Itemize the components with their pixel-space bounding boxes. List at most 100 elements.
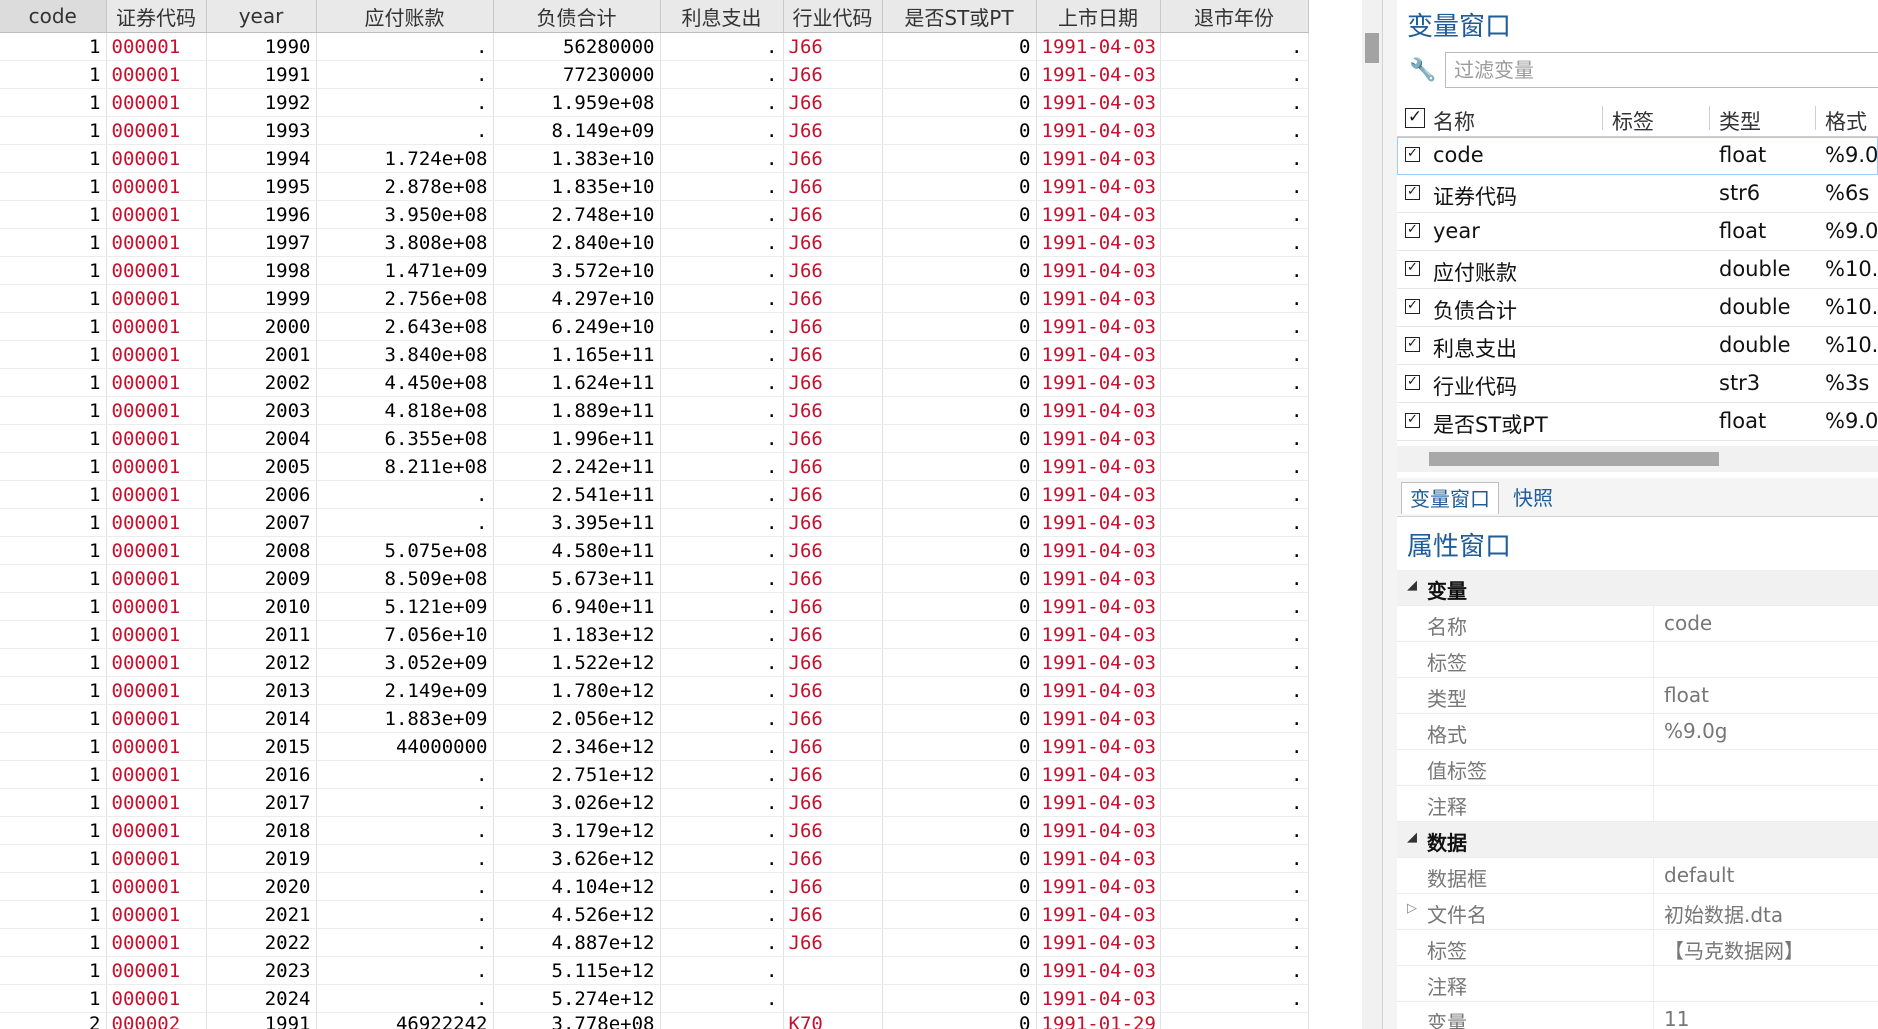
table-cell[interactable]: . [1160,788,1309,817]
table-cell[interactable]: . [1160,256,1309,285]
table-cell[interactable]: 1 [0,704,107,733]
table-cell[interactable]: 1 [0,32,107,61]
table-cell[interactable]: . [316,760,494,789]
table-cell[interactable]: 1.996e+11 [493,424,661,453]
table-cell[interactable]: 0 [882,116,1037,145]
table-cell[interactable]: . [1160,984,1309,1013]
table-cell[interactable]: 2.056e+12 [493,704,661,733]
table-cell[interactable]: 2024 [206,984,317,1013]
table-cell[interactable]: J66 [783,172,883,201]
table-cell[interactable]: 0 [882,480,1037,509]
table-cell[interactable]: 7.056e+10 [316,620,494,649]
table-cell[interactable]: 3.808e+08 [316,228,494,257]
table-cell[interactable]: 000001 [106,452,207,481]
table-cell[interactable]: 6.940e+11 [493,592,661,621]
table-cell[interactable]: 1991 [206,1012,317,1029]
table-cell[interactable]: 4.104e+12 [493,872,661,901]
table-cell[interactable]: 000002 [106,1012,207,1029]
table-cell[interactable]: 0 [882,564,1037,593]
table-cell[interactable]: . [1160,844,1309,873]
table-cell[interactable]: 1.835e+10 [493,172,661,201]
table-cell[interactable]: 1 [0,900,107,929]
table-cell[interactable]: 0 [882,704,1037,733]
table-cell[interactable]: 1.724e+08 [316,144,494,173]
variable-checkbox[interactable]: ✓ [1405,147,1420,162]
table-cell[interactable]: 1991-04-03 [1036,732,1161,761]
table-cell[interactable]: 000001 [106,928,207,957]
table-cell[interactable]: . [1160,200,1309,229]
column-header[interactable]: 证券代码 [106,0,207,33]
table-row[interactable]: 1 000001 2010 5.121e+09 6.940e+11. J66 0 1991-0… [0,592,1309,621]
table-cell[interactable]: . [660,340,784,369]
table-cell[interactable]: . [1160,368,1309,397]
table-cell[interactable]: . [660,284,784,313]
table-cell[interactable]: 4.450e+08 [316,368,494,397]
table-row[interactable]: 1 000001 2016. 2.751e+12. J66 0 1991-04-03. [0,760,1309,789]
table-cell[interactable]: . [660,116,784,145]
table-cell[interactable]: 1991-04-03 [1036,536,1161,565]
table-cell[interactable]: 2010 [206,592,317,621]
table-cell[interactable]: 000001 [106,536,207,565]
variable-row[interactable]: ✓ 行业代码 str3 %3s [1397,365,1878,403]
table-cell[interactable]: . [1160,732,1309,761]
table-cell[interactable]: 5.115e+12 [493,956,661,985]
table-cell[interactable]: 1991-04-03 [1036,984,1161,1013]
table-cell[interactable]: 1991-04-03 [1036,32,1161,61]
table-row[interactable]: 1 000001 2019. 3.626e+12. J66 0 1991-04-03. [0,844,1309,873]
table-cell[interactable]: 1 [0,452,107,481]
table-row[interactable]: 1 000001 2003 4.818e+08 1.889e+11. J66 0 1991-0… [0,396,1309,425]
table-cell[interactable]: . [1160,928,1309,957]
table-cell[interactable]: J66 [783,116,883,145]
table-cell[interactable]: . [660,620,784,649]
table-cell[interactable]: 1990 [206,32,317,61]
table-row[interactable]: 1 000001 2002 4.450e+08 1.624e+11. J66 0 1991-0… [0,368,1309,397]
table-cell[interactable]: . [1160,424,1309,453]
table-cell[interactable]: . [1160,228,1309,257]
table-cell[interactable]: 0 [882,144,1037,173]
variable-checkbox[interactable]: ✓ [1405,337,1420,352]
table-row[interactable]: 1 000001 1995 2.878e+08 1.835e+10. J66 0 1991-0… [0,172,1309,201]
table-cell[interactable]: . [660,200,784,229]
table-cell[interactable]: . [660,872,784,901]
table-cell[interactable]: 000001 [106,340,207,369]
table-cell[interactable]: . [660,256,784,285]
table-cell[interactable]: . [660,956,784,985]
property-row[interactable]: 值标签 [1397,750,1878,786]
table-cell[interactable]: J66 [783,200,883,229]
table-cell[interactable]: 000001 [106,760,207,789]
table-cell[interactable]: 1 [0,928,107,957]
table-cell[interactable]: 1991-04-03 [1036,648,1161,677]
table-cell[interactable]: 0 [882,88,1037,117]
table-cell[interactable]: 8.149e+09 [493,116,661,145]
table-cell[interactable]: J66 [783,676,883,705]
table-cell[interactable]: 0 [882,928,1037,957]
table-cell[interactable]: . [660,676,784,705]
collapse-icon[interactable]: ◢ [1407,830,1417,845]
table-cell[interactable]: 2.751e+12 [493,760,661,789]
table-cell[interactable]: 1 [0,536,107,565]
table-cell[interactable]: 2022 [206,928,317,957]
table-cell[interactable]: 1996 [206,200,317,229]
table-cell[interactable] [783,956,883,985]
table-row[interactable]: 1 000001 1993. 8.149e+09. J66 0 1991-04-03. [0,116,1309,145]
table-cell[interactable]: J66 [783,648,883,677]
table-cell[interactable]: 2006 [206,480,317,509]
table-cell[interactable]: 000001 [106,648,207,677]
table-cell[interactable]: 2.748e+10 [493,200,661,229]
table-cell[interactable]: J66 [783,256,883,285]
table-cell[interactable]: . [1160,648,1309,677]
table-cell[interactable]: 0 [882,676,1037,705]
table-cell[interactable]: . [660,452,784,481]
table-cell[interactable]: 1991-04-03 [1036,88,1161,117]
table-row[interactable]: 2 000002 1991 46922242 3.778e+08 K70 0 1991-01-… [0,1012,1309,1029]
table-cell[interactable]: 0 [882,32,1037,61]
table-cell[interactable]: 1991-04-03 [1036,592,1161,621]
table-cell[interactable]: 2.840e+10 [493,228,661,257]
table-cell[interactable]: 3.572e+10 [493,256,661,285]
table-cell[interactable]: 0 [882,312,1037,341]
tab-snapshots[interactable]: 快照 [1505,482,1561,514]
table-row[interactable]: 1 000001 2024. 5.274e+12. 0 1991-04-03. [0,984,1309,1013]
property-section[interactable]: ◢ 变量 [1397,570,1878,606]
table-cell[interactable]: 1991-04-03 [1036,620,1161,649]
table-cell[interactable]: 1.624e+11 [493,368,661,397]
